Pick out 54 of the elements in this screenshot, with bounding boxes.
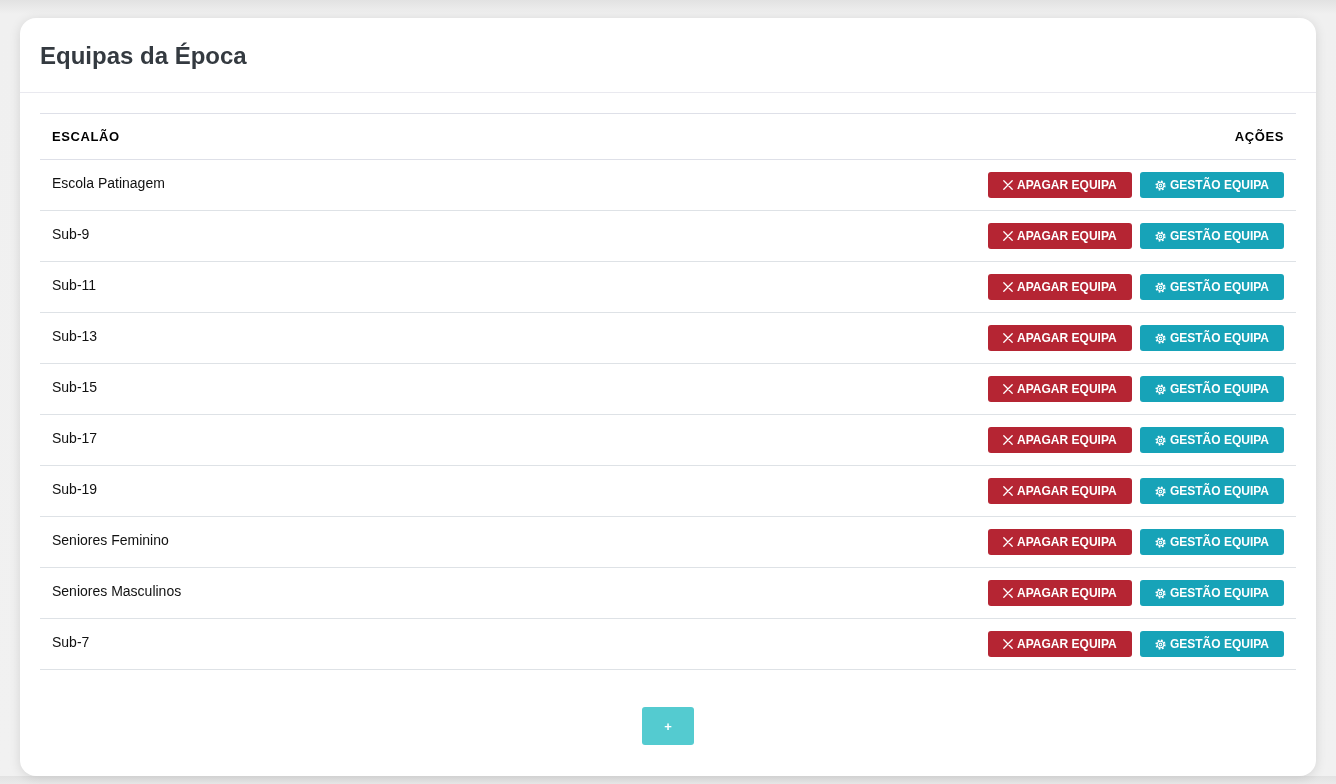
team-name: Sub-15 xyxy=(52,379,98,395)
team-name: Seniores Feminino xyxy=(52,532,169,548)
team-name: Sub-13 xyxy=(52,328,98,344)
close-icon xyxy=(1003,639,1014,649)
delete-team-button[interactable]: APAGAR EQUIPA xyxy=(987,376,1132,402)
settings-icon xyxy=(1154,383,1166,395)
close-icon xyxy=(1003,282,1014,292)
close-icon xyxy=(1003,231,1014,241)
delete-team-button[interactable]: APAGAR EQUIPA xyxy=(987,325,1132,351)
manage-team-button[interactable]: GESTÃO EQUIPA xyxy=(1139,529,1284,555)
settings-icon xyxy=(1154,536,1166,548)
manage-team-button[interactable]: GESTÃO EQUIPA xyxy=(1139,427,1284,453)
manage-team-button[interactable]: GESTÃO EQUIPA xyxy=(1139,325,1284,351)
settings-icon xyxy=(1154,434,1166,446)
delete-team-button[interactable]: APAGAR EQUIPA xyxy=(987,427,1132,453)
card-title: Equipas da Época xyxy=(40,41,248,70)
close-icon xyxy=(1003,333,1014,343)
delete-team-button[interactable]: APAGAR EQUIPA xyxy=(987,478,1132,504)
delete-team-button[interactable]: APAGAR EQUIPA xyxy=(987,223,1132,249)
close-icon xyxy=(1003,486,1014,496)
team-name: Escola Patinagem xyxy=(52,175,165,191)
team-name: Sub-19 xyxy=(52,481,98,497)
settings-icon xyxy=(1154,281,1166,293)
manage-team-button[interactable]: GESTÃO EQUIPA xyxy=(1139,274,1284,300)
manage-team-button[interactable]: GESTÃO EQUIPA xyxy=(1139,172,1284,198)
close-icon xyxy=(1003,384,1014,394)
close-icon xyxy=(1003,180,1014,190)
manage-team-button[interactable]: GESTÃO EQUIPA xyxy=(1139,631,1284,657)
manage-team-button[interactable]: GESTÃO EQUIPA xyxy=(1139,478,1284,504)
delete-team-button[interactable]: APAGAR EQUIPA xyxy=(987,172,1132,198)
manage-team-button[interactable]: GESTÃO EQUIPA xyxy=(1139,376,1284,402)
close-icon xyxy=(1003,537,1014,547)
delete-team-button[interactable]: APAGAR EQUIPA xyxy=(987,631,1132,657)
manage-team-button[interactable]: GESTÃO EQUIPA xyxy=(1139,223,1284,249)
team-name: Seniores Masculinos xyxy=(52,583,182,599)
manage-team-button[interactable]: GESTÃO EQUIPA xyxy=(1139,580,1284,606)
settings-icon xyxy=(1154,332,1166,344)
settings-icon xyxy=(1154,587,1166,599)
close-icon xyxy=(1003,435,1014,445)
settings-icon xyxy=(1154,179,1166,191)
settings-icon xyxy=(1154,638,1166,650)
team-name: Sub-9 xyxy=(52,226,90,242)
settings-icon xyxy=(1154,485,1166,497)
delete-team-button[interactable]: APAGAR EQUIPA xyxy=(987,529,1132,555)
team-name: Sub-17 xyxy=(52,430,98,446)
team-name: Sub-7 xyxy=(52,634,90,650)
delete-team-button[interactable]: APAGAR EQUIPA xyxy=(987,274,1132,300)
column-header: AÇÕES xyxy=(1234,129,1284,144)
close-icon xyxy=(1003,588,1014,598)
delete-team-button[interactable]: APAGAR EQUIPA xyxy=(987,580,1132,606)
team-name: Sub-11 xyxy=(52,277,97,293)
settings-icon xyxy=(1154,230,1166,242)
add-button[interactable]: + xyxy=(642,707,694,745)
column-header: ESCALÃO xyxy=(52,129,120,144)
